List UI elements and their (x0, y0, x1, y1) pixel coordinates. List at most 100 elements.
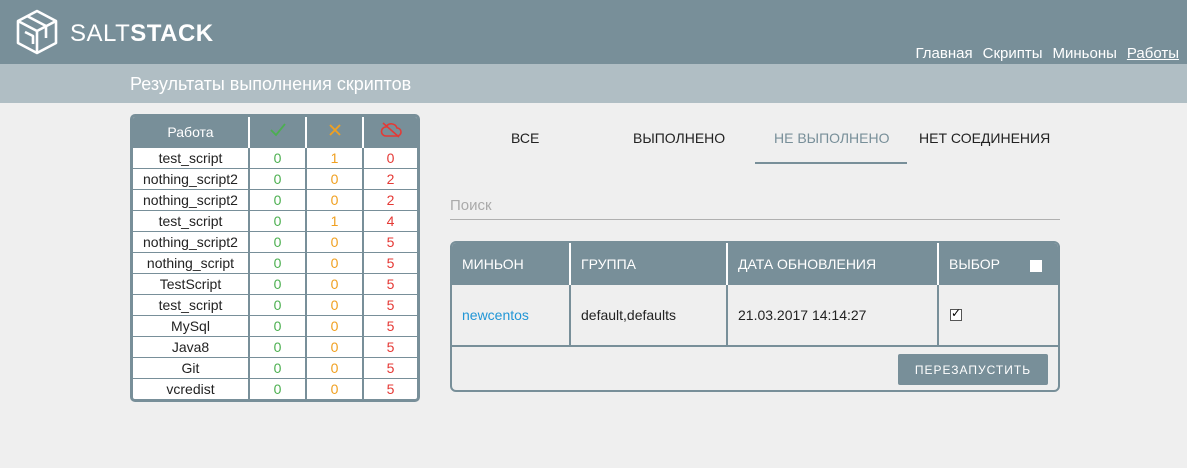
brand-salt: SALT (70, 20, 131, 47)
table-row[interactable]: test_script 0 0 5 (133, 293, 417, 315)
tab-done[interactable]: ВЫПОЛНЕНО (633, 130, 725, 146)
sub-header: Результаты выполнения скриптов (0, 64, 1187, 103)
job-warn-count: 0 (306, 335, 364, 357)
job-warn-count: 0 (306, 272, 364, 294)
minion-updated: 21.03.2017 14:14:27 (738, 307, 867, 323)
nav-jobs[interactable]: Работы (1127, 45, 1179, 62)
table-row[interactable]: nothing_script 0 0 5 (133, 251, 417, 273)
job-ok-count: 0 (249, 146, 307, 168)
job-err-count: 5 (363, 293, 417, 315)
job-ok-count: 0 (249, 209, 307, 231)
job-err-count: 5 (363, 377, 417, 399)
job-warn-count: 0 (306, 377, 364, 399)
job-name: test_script (133, 209, 250, 231)
job-warn-count: 1 (306, 209, 364, 231)
brand-name: SALTSTACK (70, 20, 214, 48)
minions-table: МИНЬОН ГРУППА ДАТА ОБНОВЛЕНИЯ ВЫБОР newc… (450, 241, 1060, 392)
check-icon (269, 123, 286, 137)
job-name: nothing_script2 (133, 167, 250, 189)
table-row[interactable]: test_script 0 1 4 (133, 209, 417, 231)
job-err-count: 5 (363, 356, 417, 378)
job-name: nothing_script (133, 251, 250, 273)
select-all-checkbox[interactable] (1030, 260, 1042, 272)
table-row: newcentos default,defaults 21.03.2017 14… (452, 285, 1058, 347)
job-name: nothing_script2 (133, 188, 250, 210)
job-name: vcredist (133, 377, 250, 399)
job-name: Java8 (133, 335, 250, 357)
logo[interactable]: SALTSTACK (14, 8, 213, 56)
select-row-checkbox[interactable] (950, 305, 962, 321)
nav-minions[interactable]: Миньоны (1053, 45, 1117, 62)
job-warn-count: 0 (306, 167, 364, 189)
job-err-count: 4 (363, 209, 417, 231)
job-err-count: 0 (363, 146, 417, 168)
job-warn-count: 0 (306, 230, 364, 252)
table-row[interactable]: nothing_script2 0 0 5 (133, 230, 417, 252)
job-err-count: 5 (363, 230, 417, 252)
table-row[interactable]: vcredist 0 0 5 (133, 377, 417, 399)
job-err-count: 5 (363, 272, 417, 294)
job-ok-count: 0 (249, 167, 307, 189)
job-warn-count: 0 (306, 293, 364, 315)
table-row[interactable]: nothing_script2 0 0 2 (133, 188, 417, 210)
header-updated[interactable]: ДАТА ОБНОВЛЕНИЯ (728, 243, 876, 285)
job-warn-count: 0 (306, 356, 364, 378)
header-group[interactable]: ГРУППА (571, 243, 636, 285)
jobs-header-err[interactable] (363, 117, 417, 147)
main-nav: Главная Скрипты Миньоны Работы (916, 45, 1179, 62)
table-row[interactable]: TestScript 0 0 5 (133, 272, 417, 294)
job-ok-count: 0 (249, 377, 307, 399)
search-input[interactable] (450, 192, 1060, 220)
tab-all[interactable]: ВСЕ (511, 130, 539, 146)
job-ok-count: 0 (249, 230, 307, 252)
nav-scripts[interactable]: Скрипты (983, 45, 1043, 62)
table-row[interactable]: Git 0 0 5 (133, 356, 417, 378)
minions-table-header: МИНЬОН ГРУППА ДАТА ОБНОВЛЕНИЯ ВЫБОР (452, 243, 1058, 285)
job-warn-count: 0 (306, 188, 364, 210)
page-title: Результаты выполнения скриптов (130, 74, 412, 94)
header-minion[interactable]: МИНЬОН (452, 243, 524, 285)
nav-home[interactable]: Главная (916, 45, 973, 62)
jobs-table: Работа test_script 0 1 0 nothing_script2 0 0 2 n… (130, 114, 420, 402)
status-tabs: ВСЕ ВЫПОЛНЕНО НЕ ВЫПОЛНЕНО НЕТ СОЕДИНЕНИ… (450, 114, 1060, 164)
tab-no-connection[interactable]: НЕТ СОЕДИНЕНИЯ (919, 130, 1050, 146)
cloud-off-icon (380, 122, 402, 138)
minion-group: default,defaults (581, 307, 676, 323)
restart-button[interactable]: ПЕРЕЗАПУСТИТЬ (898, 354, 1048, 385)
job-name: nothing_script2 (133, 230, 250, 252)
minion-link[interactable]: newcentos (452, 285, 529, 345)
job-err-count: 2 (363, 188, 417, 210)
job-ok-count: 0 (249, 188, 307, 210)
job-ok-count: 0 (249, 356, 307, 378)
job-ok-count: 0 (249, 251, 307, 273)
cross-icon (328, 124, 341, 136)
job-name: MySql (133, 314, 250, 336)
tab-not-done[interactable]: НЕ ВЫПОЛНЕНО (774, 130, 890, 146)
job-name: TestScript (133, 272, 250, 294)
jobs-header-warn[interactable] (306, 117, 364, 147)
job-name: test_script (133, 293, 250, 315)
jobs-header-ok[interactable] (249, 117, 307, 147)
saltstack-logo-icon (16, 9, 58, 55)
job-warn-count: 0 (306, 251, 364, 273)
table-row[interactable]: nothing_script2 0 0 2 (133, 167, 417, 189)
job-ok-count: 0 (249, 272, 307, 294)
job-warn-count: 1 (306, 146, 364, 168)
table-row[interactable]: MySql 0 0 5 (133, 314, 417, 336)
job-ok-count: 0 (249, 335, 307, 357)
header-select: ВЫБОР (949, 256, 1000, 272)
top-bar: SALTSTACK Главная Скрипты Миньоны Работы (0, 0, 1187, 64)
jobs-table-header: Работа (133, 117, 417, 147)
job-err-count: 5 (363, 335, 417, 357)
table-row[interactable]: test_script 0 1 0 (133, 146, 417, 168)
jobs-header-name[interactable]: Работа (133, 117, 250, 147)
job-ok-count: 0 (249, 293, 307, 315)
job-warn-count: 0 (306, 314, 364, 336)
active-tab-indicator (755, 162, 907, 164)
table-row[interactable]: Java8 0 0 5 (133, 335, 417, 357)
job-name: test_script (133, 146, 250, 168)
job-name: Git (133, 356, 250, 378)
job-err-count: 5 (363, 314, 417, 336)
job-err-count: 2 (363, 167, 417, 189)
job-ok-count: 0 (249, 314, 307, 336)
